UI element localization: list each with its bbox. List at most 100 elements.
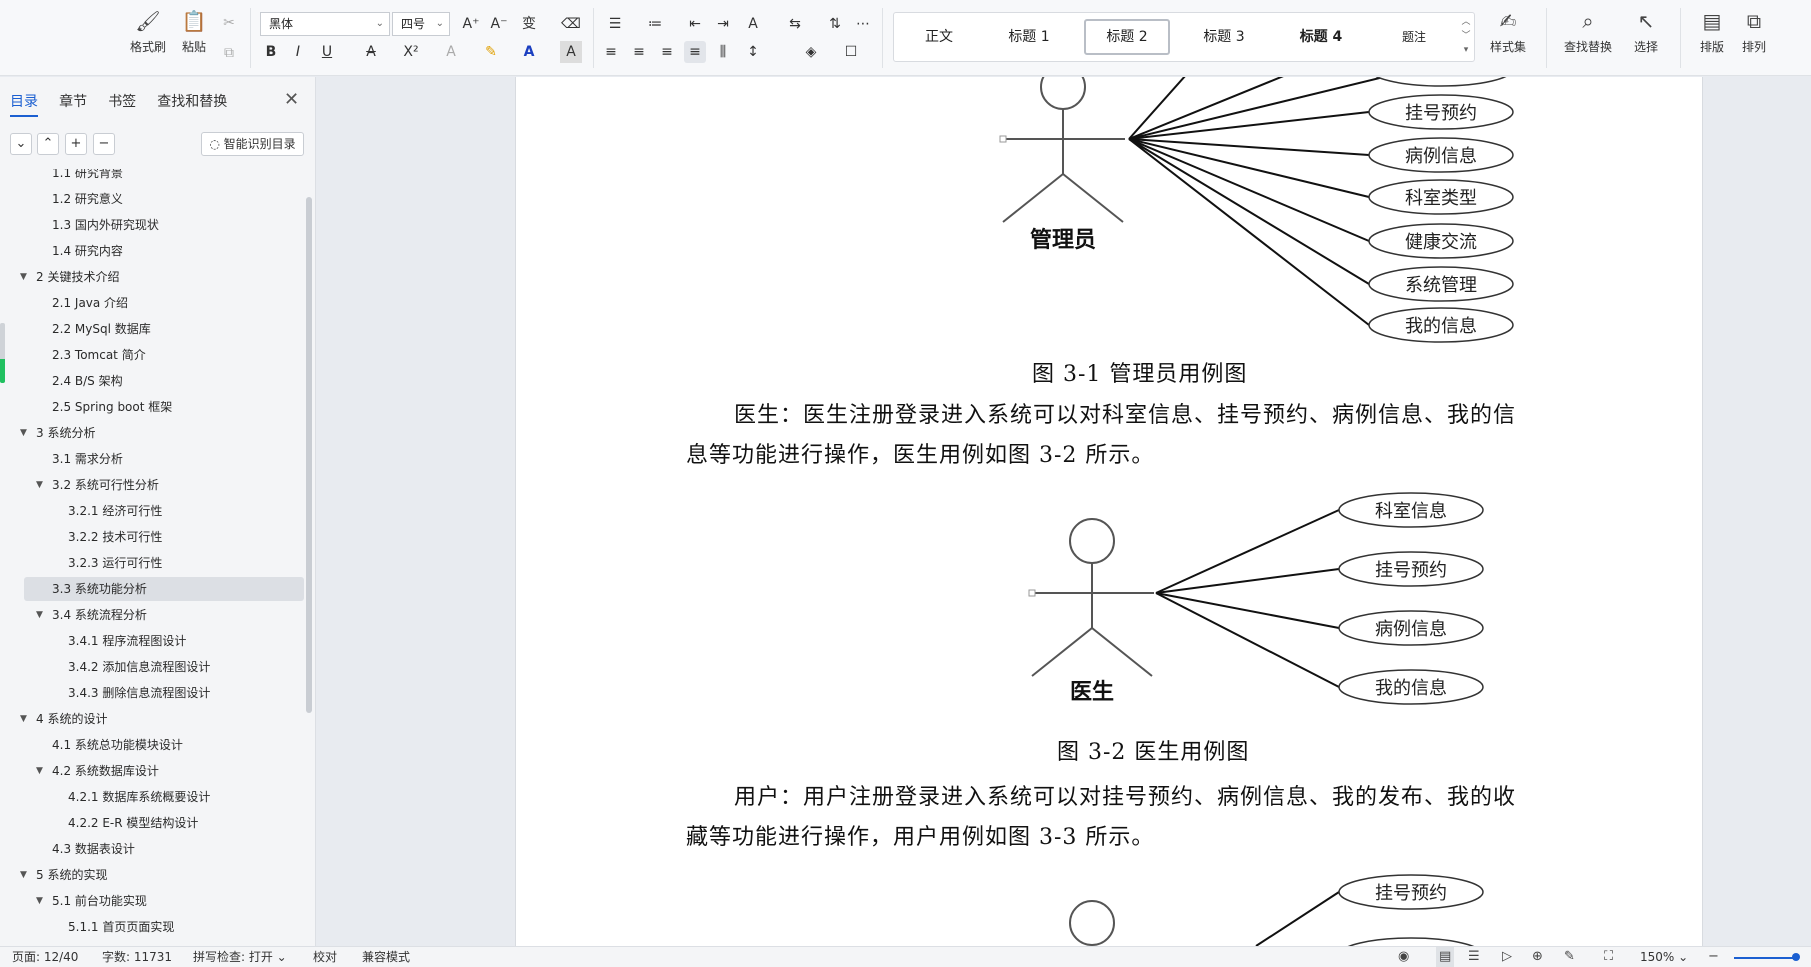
toc-item[interactable]: 4.3 数据表设计 bbox=[0, 837, 306, 861]
toc-item[interactable]: 1.1 研究背景 bbox=[0, 169, 306, 185]
bullet-list-icon[interactable]: ☰ bbox=[604, 13, 626, 35]
strikethrough-button[interactable]: A bbox=[360, 41, 382, 63]
zoom-level[interactable]: 150% ⌄ bbox=[1640, 947, 1688, 967]
align-right-icon[interactable]: ≡ bbox=[656, 41, 678, 63]
increase-indent-icon[interactable]: ⇥ bbox=[712, 13, 734, 35]
layout-button[interactable]: ▤ 排版 bbox=[1688, 6, 1736, 64]
justify-icon[interactable]: ≡ bbox=[684, 41, 706, 63]
bold-button[interactable]: B bbox=[260, 41, 282, 63]
web-view-icon[interactable]: ⊕ bbox=[1532, 947, 1543, 967]
zoom-out-icon[interactable]: − bbox=[1708, 947, 1719, 967]
expand-triangle-icon[interactable]: ▼ bbox=[36, 889, 43, 913]
smart-toc-button[interactable]: ◌ 智能识别目录 bbox=[201, 132, 304, 156]
text-effect-button[interactable]: A bbox=[440, 41, 462, 63]
word-count[interactable]: 字数: 11731 bbox=[102, 947, 172, 967]
line-spacing-icon[interactable]: ↕ bbox=[742, 41, 764, 63]
tab-toc[interactable]: 目录 bbox=[10, 91, 38, 117]
close-icon[interactable]: ✕ bbox=[284, 89, 299, 110]
char-shading-icon[interactable]: A bbox=[560, 41, 582, 63]
zoom-slider[interactable] bbox=[1734, 957, 1798, 959]
show-marks-icon[interactable]: ⋯ bbox=[852, 13, 874, 35]
toc-item[interactable]: 4.1 系统总功能模块设计 bbox=[0, 733, 306, 757]
expand-triangle-icon[interactable]: ▼ bbox=[20, 707, 27, 731]
style-set-button[interactable]: ✍ 样式集 bbox=[1484, 6, 1532, 64]
decrease-indent-icon[interactable]: ⇤ bbox=[684, 13, 706, 35]
expand-triangle-icon[interactable]: ▼ bbox=[20, 265, 27, 289]
page-indicator[interactable]: 页面: 12/40 bbox=[12, 947, 78, 967]
toc-item[interactable]: ▼ 3 系统分析 bbox=[0, 421, 306, 445]
collapse-all-button[interactable]: ⌄ bbox=[10, 133, 32, 155]
style-item[interactable]: 标题 1 bbox=[982, 19, 1076, 55]
copy-icon[interactable]: ⧉ bbox=[218, 42, 240, 64]
toc-item[interactable]: ▼ 3.4 系统流程分析 bbox=[0, 603, 306, 627]
format-painter-button[interactable]: 🖌 格式刷 bbox=[124, 6, 172, 64]
style-item[interactable]: 标题 4 bbox=[1274, 19, 1368, 55]
toc-item[interactable]: 4.2.2 E-R 模型结构设计 bbox=[0, 811, 306, 835]
add-heading-button[interactable]: + bbox=[65, 133, 87, 155]
toc-item[interactable]: 2.1 Java 介绍 bbox=[0, 291, 306, 315]
toc-item[interactable]: 3.4.1 程序流程图设计 bbox=[0, 629, 306, 653]
font-name-select[interactable]: 黑体 ⌄ bbox=[260, 12, 390, 36]
proofread-button[interactable]: 校对 bbox=[313, 947, 337, 967]
expand-triangle-icon[interactable]: ▼ bbox=[20, 421, 27, 445]
paste-button[interactable]: 📋 粘贴 bbox=[170, 6, 218, 64]
toc-item[interactable]: 3.4.2 添加信息流程图设计 bbox=[0, 655, 306, 679]
toc-item[interactable]: 2.2 MySql 数据库 bbox=[0, 317, 306, 341]
align-left-icon[interactable]: ≡ bbox=[600, 41, 622, 63]
toc-item[interactable]: 3.1 需求分析 bbox=[0, 447, 306, 471]
expand-up-button[interactable]: ⌃ bbox=[37, 133, 59, 155]
toc-item[interactable]: 3.4.3 删除信息流程图设计 bbox=[0, 681, 306, 705]
highlight-icon[interactable]: ✎ bbox=[480, 41, 502, 63]
outline-view-icon[interactable]: ☰ bbox=[1468, 947, 1480, 967]
tab-bookmark[interactable]: 书签 bbox=[108, 91, 136, 111]
superscript-button[interactable]: X² bbox=[400, 41, 422, 63]
toc-item[interactable]: 3.2.3 运行可行性 bbox=[0, 551, 306, 575]
page-view-icon[interactable]: ▤ bbox=[1436, 947, 1455, 967]
play-icon[interactable]: ▷ bbox=[1502, 947, 1512, 967]
tab-chapter[interactable]: 章节 bbox=[59, 91, 87, 111]
toc-item[interactable]: ▼ 4 系统的设计 bbox=[0, 707, 306, 731]
style-item[interactable]: 题注 bbox=[1372, 19, 1456, 55]
expand-triangle-icon[interactable]: ▼ bbox=[36, 603, 43, 627]
align-center-icon[interactable]: ≡ bbox=[628, 41, 650, 63]
toc-item[interactable]: 4.2.1 数据库系统概要设计 bbox=[0, 785, 306, 809]
toc-item[interactable]: ▼ 2 关键技术介绍 bbox=[0, 265, 306, 289]
arrange-button[interactable]: ⧉ 排列 bbox=[1730, 6, 1778, 64]
pen-icon[interactable]: ✎ bbox=[1564, 947, 1575, 967]
toc-item[interactable]: ▼ 5 系统的实现 bbox=[0, 863, 306, 887]
zoom-slider-thumb[interactable] bbox=[1792, 953, 1800, 961]
tab-find-replace[interactable]: 查找和替换 bbox=[157, 91, 227, 111]
fit-screen-icon[interactable]: ⛶ bbox=[1604, 947, 1613, 967]
style-item[interactable]: 正文 bbox=[904, 19, 974, 55]
toc-item[interactable]: 1.3 国内外研究现状 bbox=[0, 213, 306, 237]
toc-item[interactable]: 5.1.1 首页页面实现 bbox=[0, 915, 306, 937]
style-item-selected[interactable]: 标题 2 bbox=[1084, 19, 1170, 55]
select-button[interactable]: ↖ 选择 bbox=[1622, 6, 1670, 64]
expand-triangle-icon[interactable]: ▼ bbox=[20, 863, 27, 887]
toc-scrollbar[interactable] bbox=[306, 197, 312, 713]
toc-item[interactable]: 3.2.1 经济可行性 bbox=[0, 499, 306, 523]
distribute-icon[interactable]: ⫼ bbox=[712, 41, 734, 63]
font-color-icon[interactable]: A bbox=[518, 41, 540, 63]
numbered-list-icon[interactable]: ≔ bbox=[644, 13, 666, 35]
border-icon[interactable]: ☐ bbox=[840, 41, 862, 63]
cut-icon[interactable]: ✂ bbox=[218, 12, 240, 34]
italic-button[interactable]: I bbox=[287, 41, 309, 63]
shrink-font-icon[interactable]: A⁻ bbox=[488, 13, 510, 35]
spell-check-toggle[interactable]: 拼写检查: 打开 ⌄ bbox=[193, 947, 287, 967]
find-replace-button[interactable]: ⌕ 查找替换 bbox=[1558, 6, 1618, 64]
toc-item[interactable]: 2.5 Spring boot 框架 bbox=[0, 395, 306, 419]
underline-button[interactable]: U bbox=[316, 41, 338, 63]
styles-scroll[interactable]: ︿ ﹀ ▾ bbox=[1460, 15, 1472, 57]
toc-item[interactable]: ▼ 5.1 前台功能实现 bbox=[0, 889, 306, 913]
toc-item[interactable]: ▼ 3.2 系统可行性分析 bbox=[0, 473, 306, 497]
clear-format-icon[interactable]: ⌫ bbox=[560, 13, 582, 35]
toc-item[interactable]: ▼ 4.2 系统数据库设计 bbox=[0, 759, 306, 783]
toc-item[interactable]: 3.3 系统功能分析 bbox=[24, 577, 304, 601]
toc-item[interactable]: 3.2.2 技术可行性 bbox=[0, 525, 306, 549]
grow-font-icon[interactable]: A⁺ bbox=[460, 13, 482, 35]
phonetic-icon[interactable]: 变 bbox=[518, 13, 540, 35]
sort-icon[interactable]: ⇅ bbox=[824, 13, 846, 35]
toc-item[interactable]: 1.2 研究意义 bbox=[0, 187, 306, 211]
shading-icon[interactable]: ◈ bbox=[800, 41, 822, 63]
